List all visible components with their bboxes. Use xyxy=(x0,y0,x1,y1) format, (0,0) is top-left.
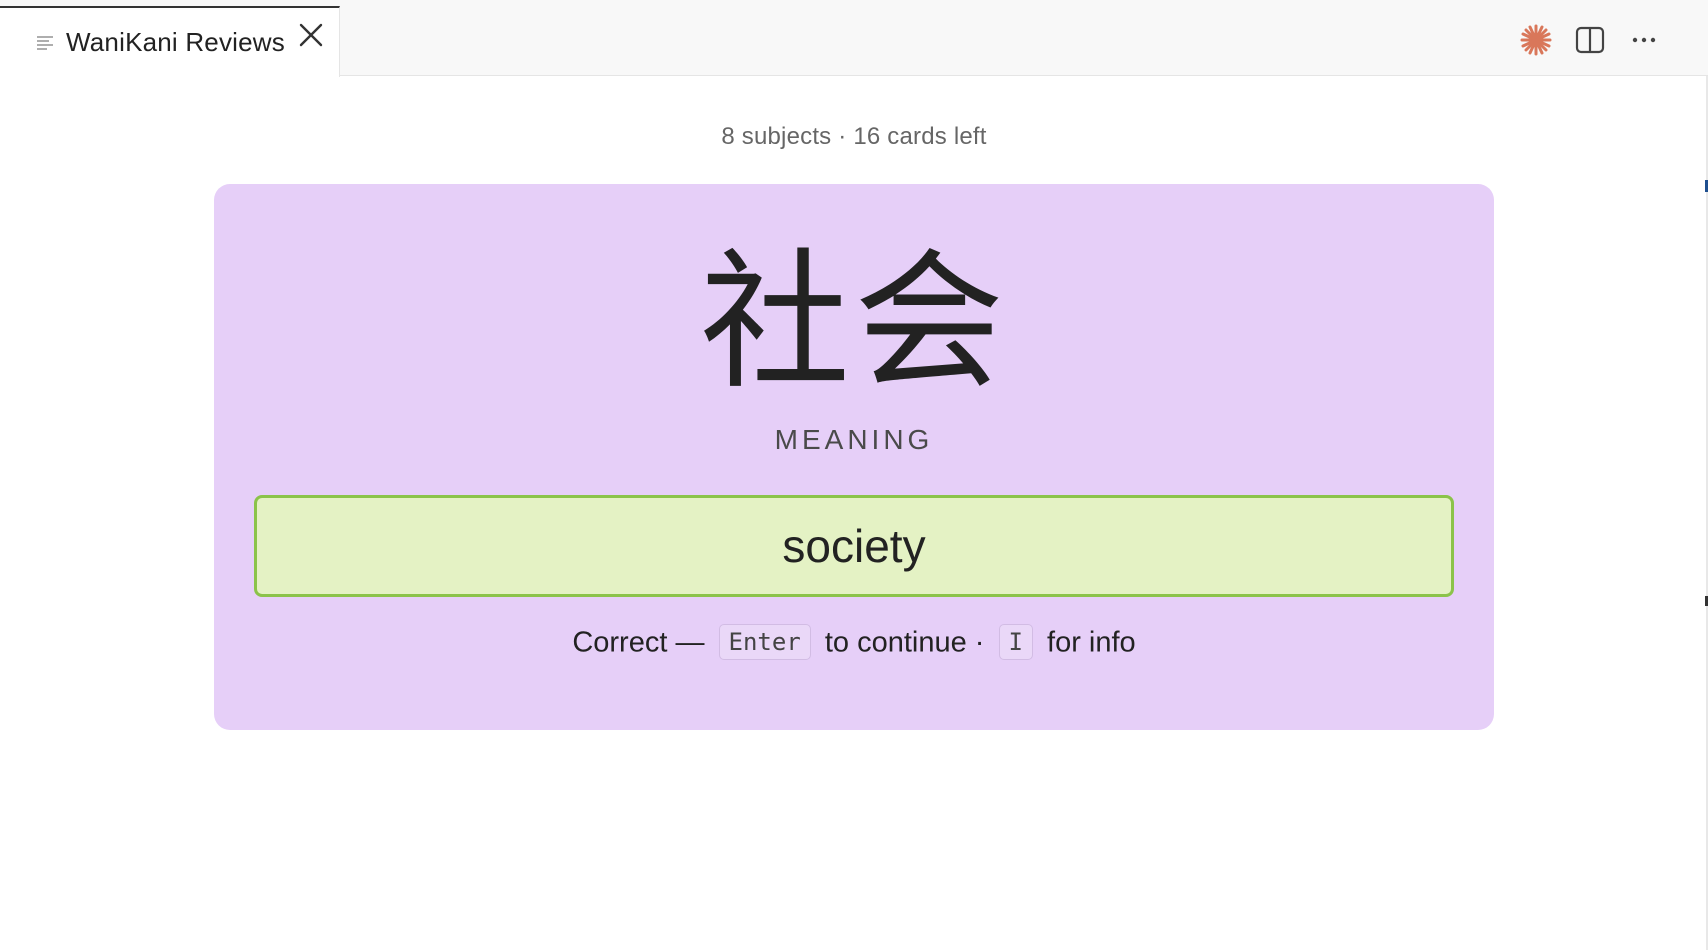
editor-actions xyxy=(1520,20,1660,60)
split-editor-icon[interactable] xyxy=(1574,24,1606,56)
more-actions-icon[interactable] xyxy=(1628,24,1660,56)
claude-sparkle-icon[interactable] xyxy=(1520,24,1552,56)
close-icon[interactable] xyxy=(297,21,325,49)
review-card: 社会 MEANING Correct — Enter to continue ·… xyxy=(214,184,1494,730)
markdown-preview-icon xyxy=(36,35,54,51)
subject-characters: 社会 xyxy=(699,236,1008,410)
question-type-label: MEANING xyxy=(774,424,934,455)
continue-text: to continue · xyxy=(824,626,985,659)
answer-feedback: Correct — Enter to continue · I for info xyxy=(214,624,1494,662)
answer-input[interactable] xyxy=(254,495,1454,597)
result-text: Correct — xyxy=(572,626,705,659)
review-progress: 8 subjects · 16 cards left xyxy=(721,123,987,150)
info-text: for info xyxy=(1047,626,1136,659)
tab-title: WaniKani Reviews xyxy=(66,27,285,57)
info-key-hint: I xyxy=(998,624,1033,660)
editor-tab-bar: WaniKani Reviews xyxy=(0,0,1708,77)
enter-key-hint: Enter xyxy=(718,624,811,660)
tab-wanikani-reviews[interactable]: WaniKani Reviews xyxy=(0,6,340,77)
